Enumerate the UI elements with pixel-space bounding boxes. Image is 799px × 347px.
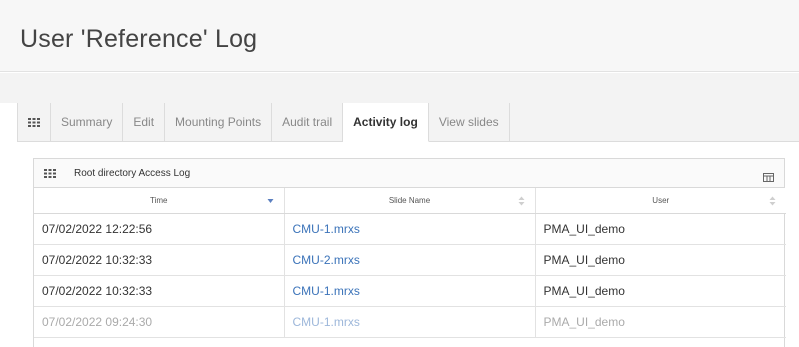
grid-icon[interactable] xyxy=(44,168,56,178)
column-header-user[interactable]: User xyxy=(535,188,786,214)
tab-summary[interactable]: Summary xyxy=(51,103,124,141)
header-band xyxy=(0,73,799,103)
cell-user: PMA_UI_demo xyxy=(535,275,786,307)
cell-time: 07/02/2022 10:32:33 xyxy=(34,275,285,307)
slide-link[interactable]: CMU-1.mrxs xyxy=(284,306,536,338)
slide-link[interactable]: CMU-2.mrxs xyxy=(284,244,536,276)
grid-icon xyxy=(28,117,40,127)
cell-user: PMA_UI_demo xyxy=(535,244,786,276)
table-row[interactable]: 07/02/2022 12:22:56 CMU-1.mrxs PMA_UI_de… xyxy=(34,213,786,245)
tab-bar: Summary Edit Mounting Points Audit trail… xyxy=(17,103,799,142)
column-header-slide-name[interactable]: Slide Name xyxy=(284,188,536,214)
cell-time: 07/02/2022 12:22:56 xyxy=(34,213,285,245)
panel-header: Root directory Access Log xyxy=(34,159,784,188)
page-title: User 'Reference' Log xyxy=(20,25,258,53)
table-row[interactable]: 07/02/2022 09:24:30 CMU-1.mrxs PMA_UI_de… xyxy=(34,306,786,338)
tabs-menu-button[interactable] xyxy=(17,103,51,141)
panel-title: Root directory Access Log xyxy=(74,167,191,179)
sort-both-icon xyxy=(518,196,525,208)
cell-user: PMA_UI_demo xyxy=(535,213,786,245)
sort-desc-icon xyxy=(267,196,274,206)
page-header: User 'Reference' Log xyxy=(0,0,799,72)
slide-link[interactable]: CMU-1.mrxs xyxy=(284,275,536,307)
access-log-table: Time Slide Name User 07/02/2022 12:22:56… xyxy=(34,188,786,338)
table-row[interactable]: 07/02/2022 10:32:33 CMU-1.mrxs PMA_UI_de… xyxy=(34,275,786,307)
tab-content: Root directory Access Log Time Slide Nam… xyxy=(17,142,799,347)
cell-time: 07/02/2022 10:32:33 xyxy=(34,244,285,276)
tab-audit-trail[interactable]: Audit trail xyxy=(272,103,344,141)
tab-mounting-points[interactable]: Mounting Points xyxy=(165,103,273,141)
tab-activity-log[interactable]: Activity log xyxy=(343,103,429,142)
table-header-row: Time Slide Name User xyxy=(34,188,786,214)
table-row[interactable]: 07/02/2022 10:32:33 CMU-2.mrxs PMA_UI_de… xyxy=(34,244,786,276)
access-log-panel: Root directory Access Log Time Slide Nam… xyxy=(33,158,786,347)
tab-view-slides[interactable]: View slides xyxy=(428,103,510,141)
column-header-time[interactable]: Time xyxy=(34,188,285,214)
columns-icon[interactable] xyxy=(763,169,774,187)
cell-user: PMA_UI_demo xyxy=(535,306,786,338)
slide-link[interactable]: CMU-1.mrxs xyxy=(284,213,536,245)
sort-both-icon xyxy=(769,196,776,208)
cell-time: 07/02/2022 09:24:30 xyxy=(34,306,285,338)
tab-edit[interactable]: Edit xyxy=(123,103,166,141)
